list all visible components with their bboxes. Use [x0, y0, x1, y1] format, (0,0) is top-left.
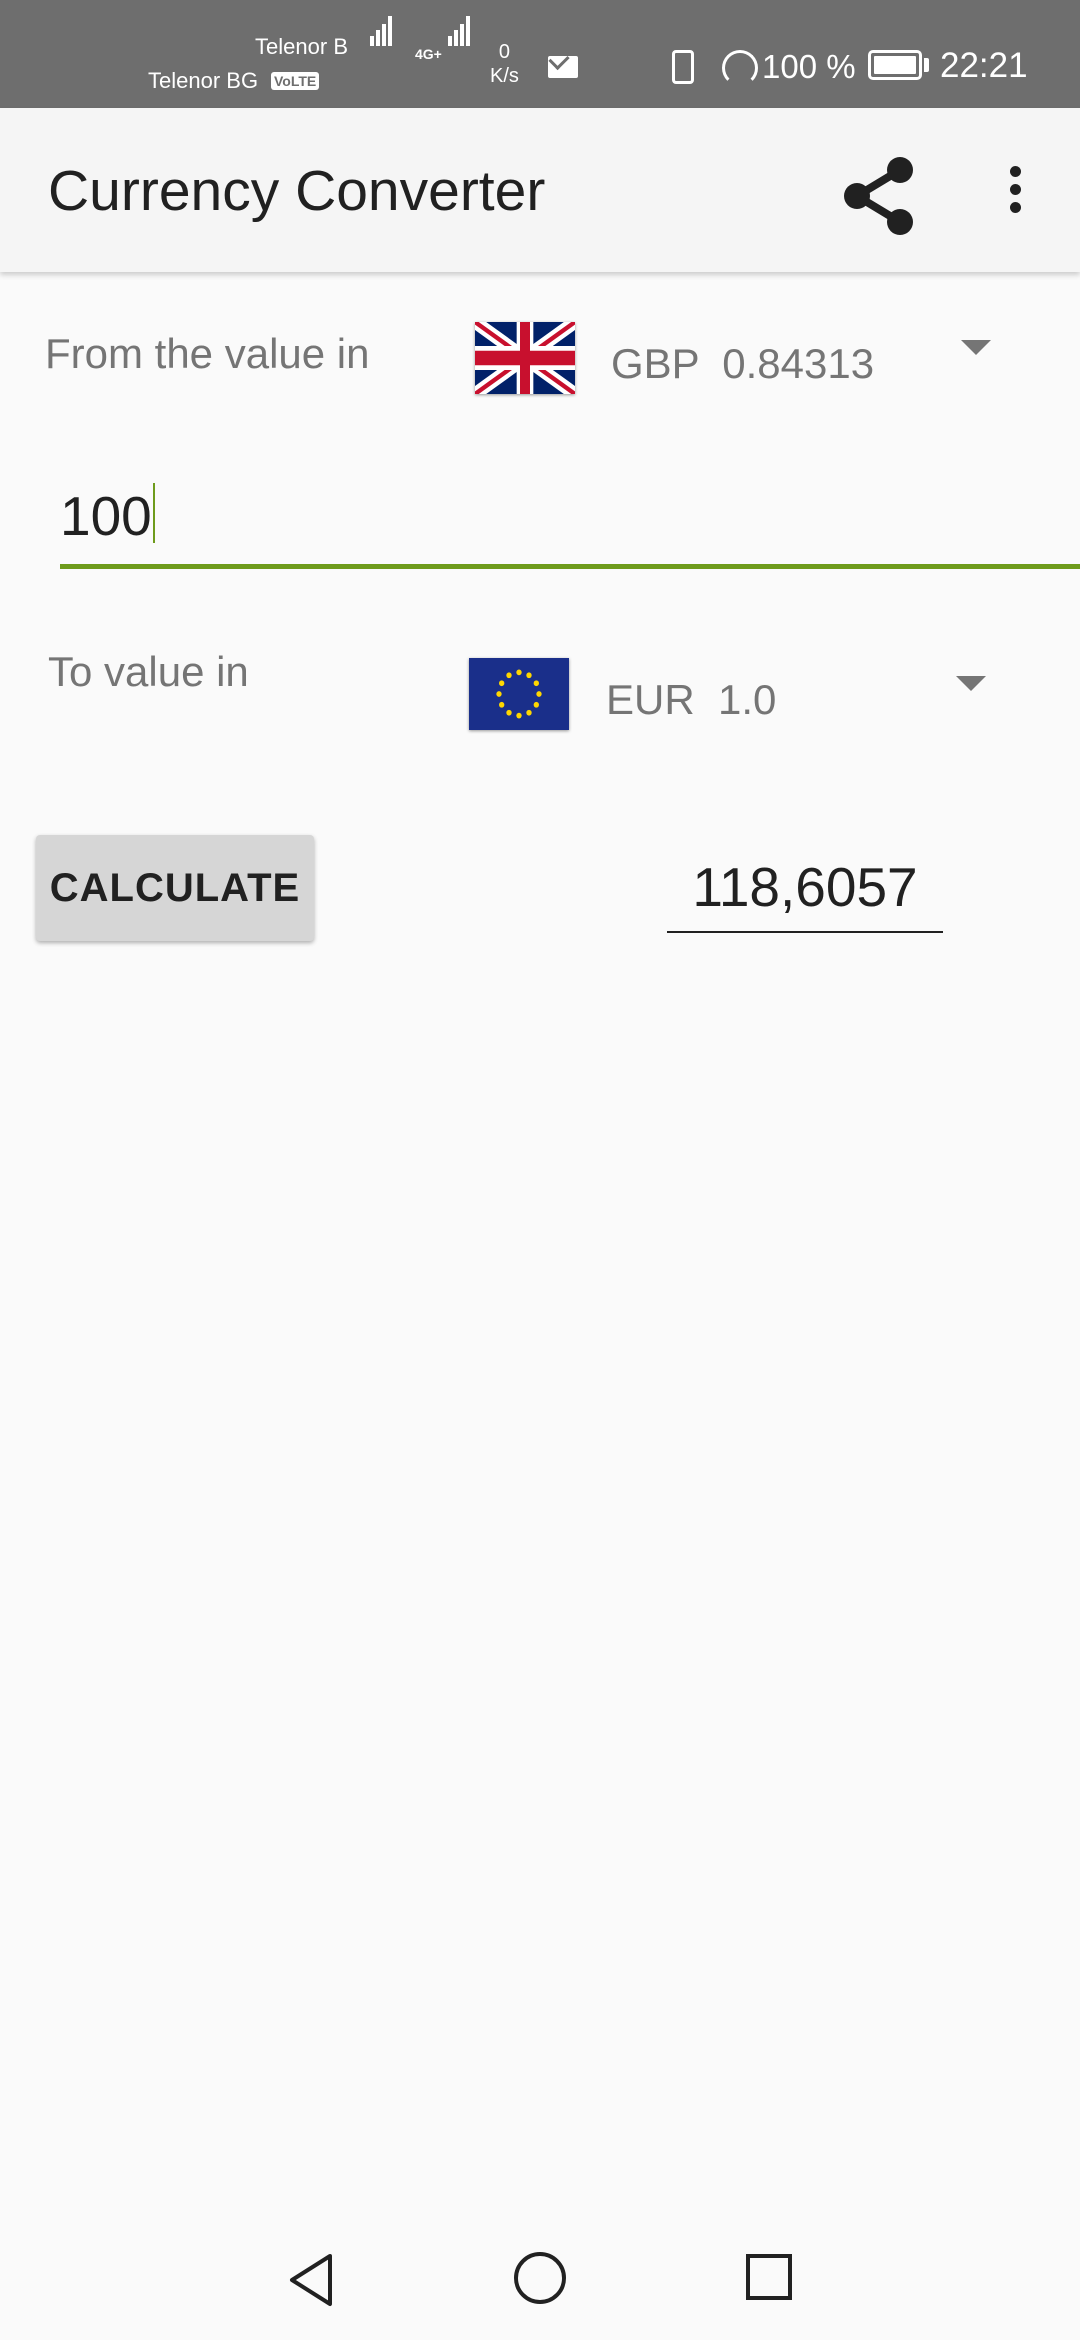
more-options-button[interactable] — [990, 158, 1040, 238]
result-field: 118,6057 — [667, 855, 943, 933]
navigation-bar — [0, 2216, 1080, 2340]
chevron-down-icon — [956, 676, 986, 691]
home-icon[interactable] — [514, 2252, 566, 2304]
mail-icon — [548, 56, 578, 78]
uk-flag-icon — [475, 322, 575, 394]
back-icon[interactable] — [286, 2252, 336, 2308]
eu-flag-icon — [469, 658, 569, 730]
amount-input[interactable]: 100 — [60, 475, 1080, 569]
to-label: To value in — [48, 648, 249, 695]
network-type-label: 4G+ — [415, 46, 442, 62]
volte-badge: VoLTE — [271, 72, 320, 90]
share-icon — [844, 157, 913, 235]
battery-icon — [868, 50, 922, 80]
amount-value: 100 — [60, 483, 155, 548]
carrier-1-label: Telenor B — [255, 34, 348, 59]
carrier-2-label: Telenor BG — [148, 68, 259, 93]
recents-icon[interactable] — [746, 2254, 792, 2300]
to-currency-text: EUR 1.0 — [606, 676, 777, 723]
chevron-down-icon — [961, 340, 991, 355]
app-bar: Currency Converter — [0, 108, 1080, 272]
app-title: Currency Converter — [48, 159, 546, 223]
status-bar: Telenor B Telenor BG VoLTE 4G+ 0 K/s 100… — [0, 0, 1080, 108]
share-button[interactable] — [830, 146, 930, 246]
gauge-icon — [722, 50, 758, 86]
battery-percent: 100 % — [762, 48, 856, 85]
from-currency-text: GBP 0.84313 — [611, 340, 875, 387]
network-speed: 0 K/s — [490, 40, 519, 88]
calculate-button[interactable]: CALCULATE — [36, 835, 314, 941]
vibrate-icon — [672, 50, 694, 84]
network-speed-value: 0 — [498, 41, 511, 63]
text-caret — [152, 483, 155, 543]
from-label: From the value in — [45, 330, 370, 377]
battery-cap — [924, 58, 929, 72]
clock: 22:21 — [940, 46, 1028, 85]
network-speed-unit: K/s — [490, 65, 519, 87]
